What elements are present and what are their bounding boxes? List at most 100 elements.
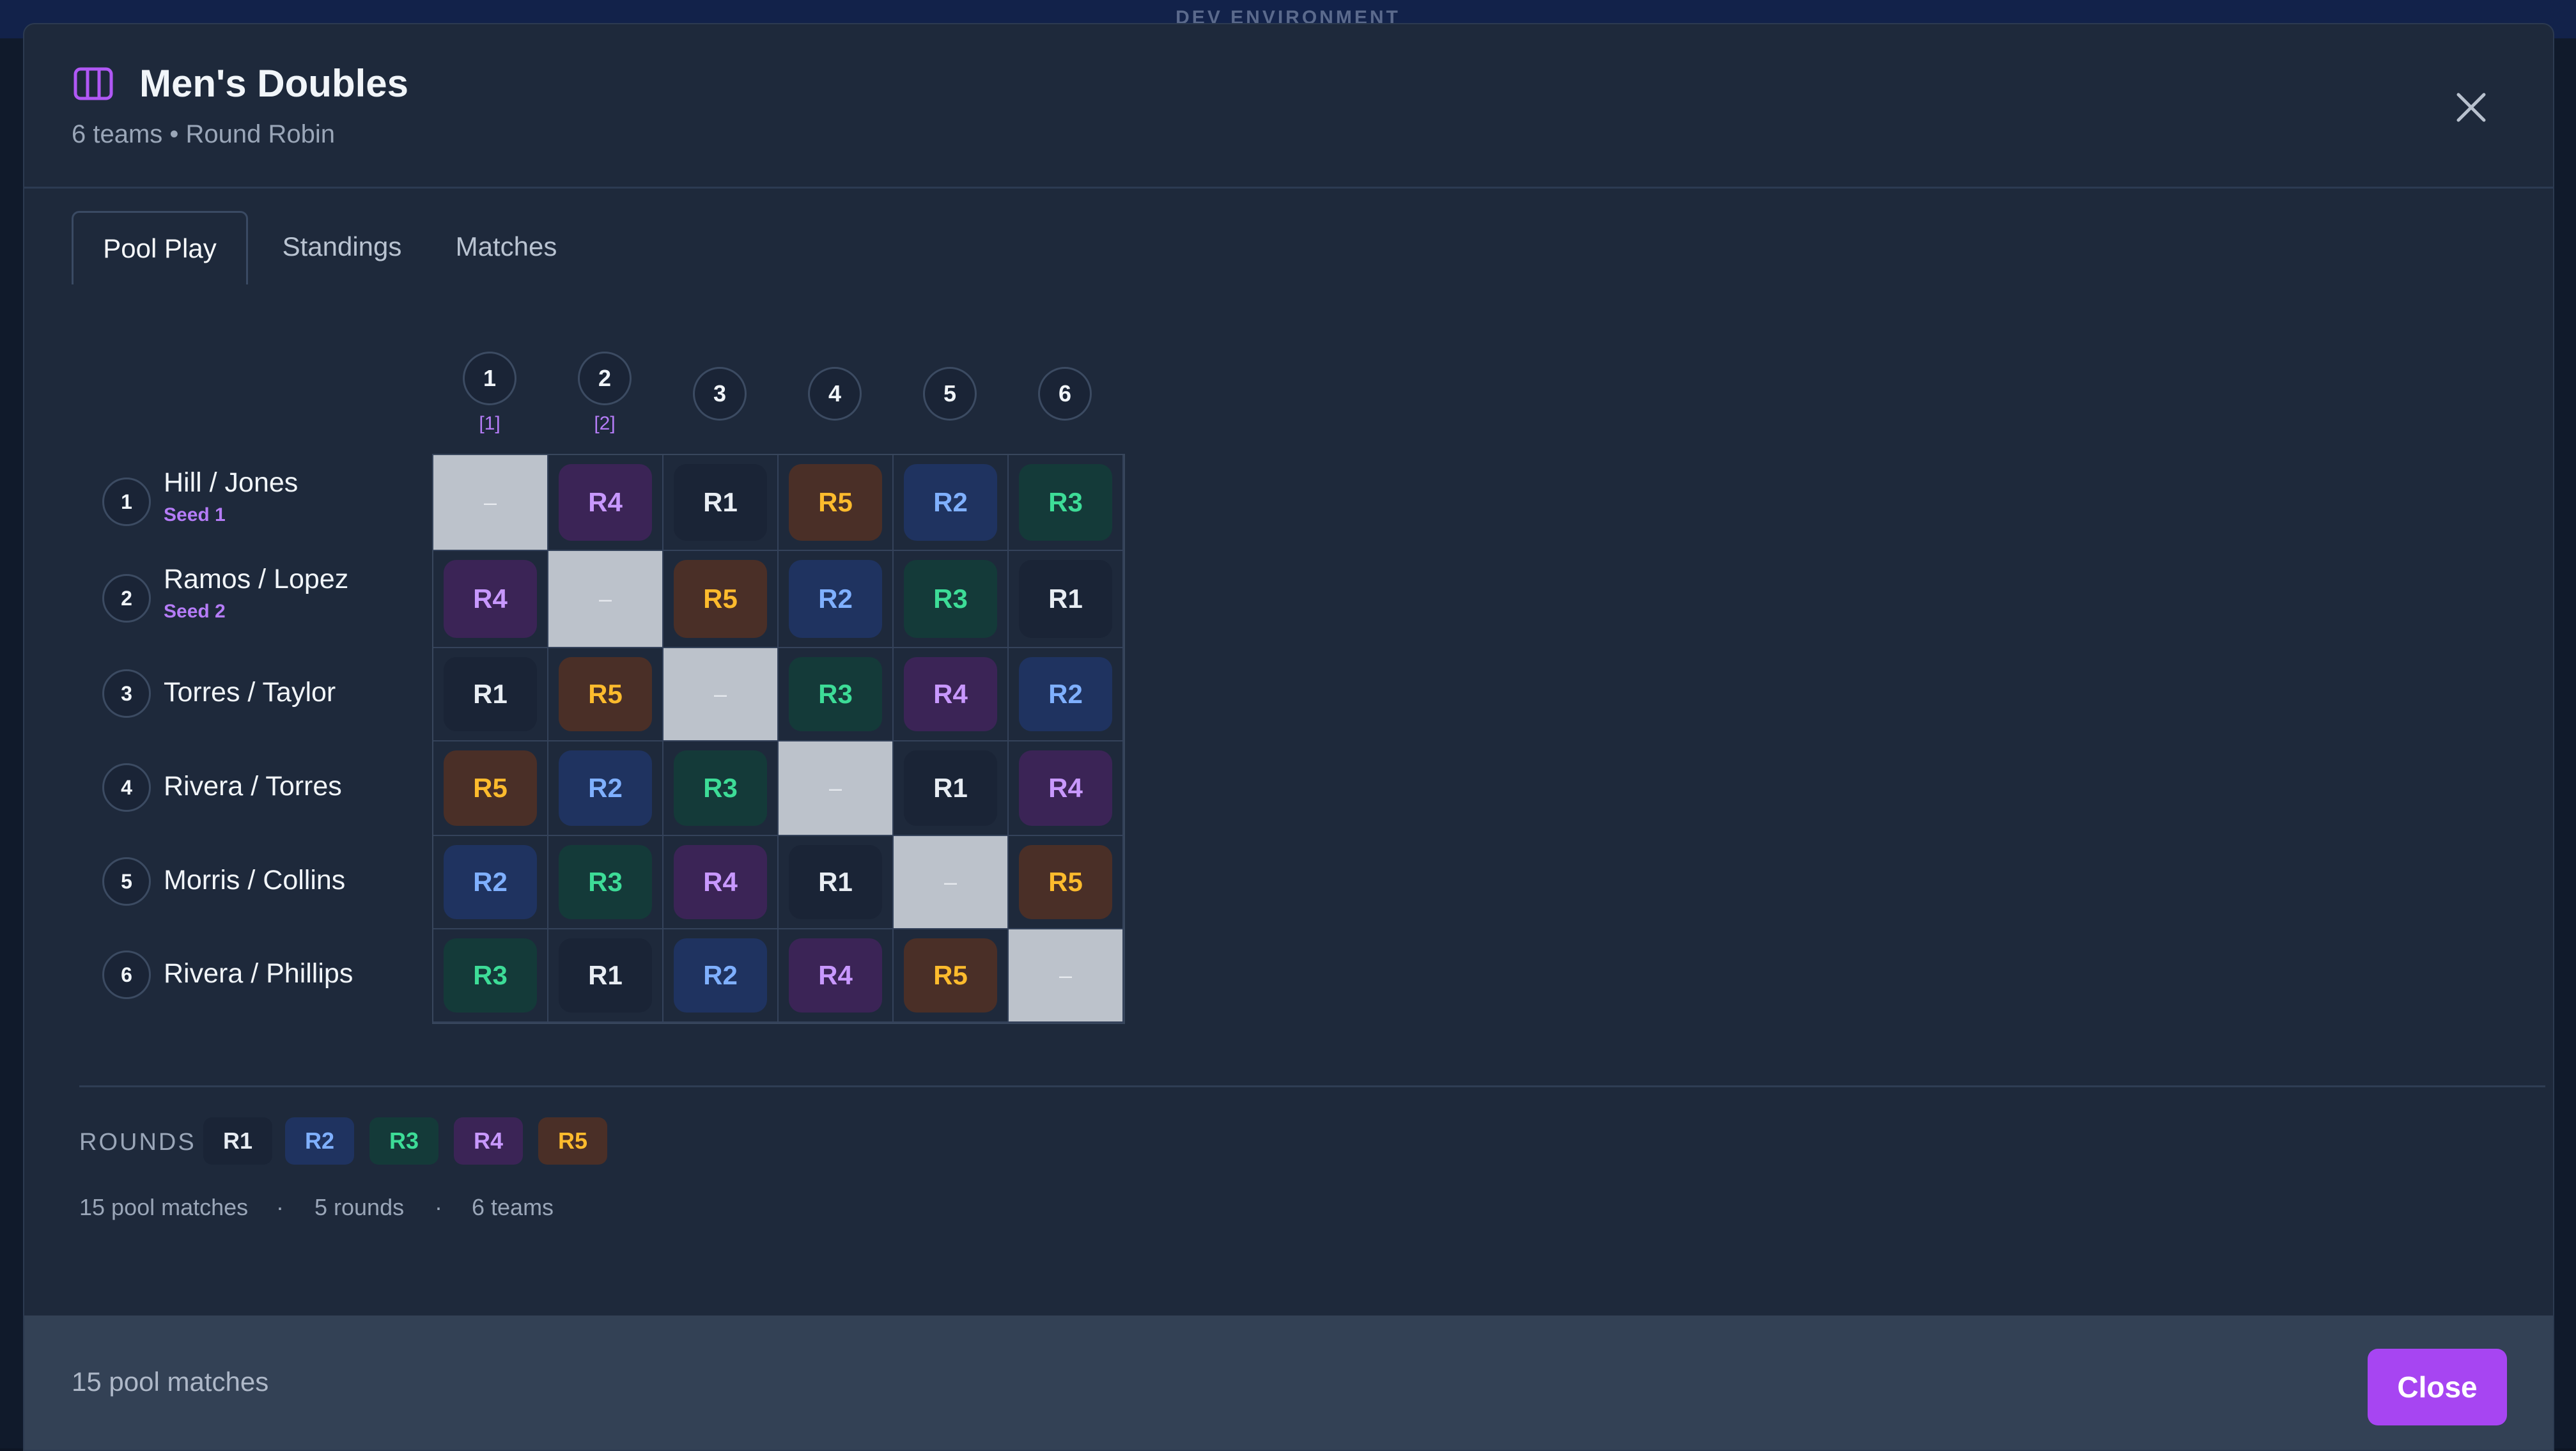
- matchup-cell[interactable]: R2: [894, 455, 1009, 551]
- legend-round-r3: R3: [369, 1117, 438, 1165]
- team-number: 3: [102, 669, 151, 718]
- matchup-cell[interactable]: R4: [548, 455, 663, 551]
- matchup-cell-self: –: [894, 836, 1009, 929]
- round-pill: R5: [1019, 845, 1112, 919]
- empty-dash: –: [598, 586, 612, 612]
- round-pill: R4: [904, 657, 997, 731]
- team-seed: Seed 2: [164, 601, 226, 622]
- close-icon[interactable]: [2451, 87, 2492, 128]
- matchup-cell[interactable]: R3: [1009, 455, 1124, 551]
- team-name: Morris / Collins: [164, 865, 346, 896]
- matchup-cell[interactable]: R5: [894, 929, 1009, 1023]
- empty-dash: –: [828, 775, 842, 801]
- round-pill: R3: [789, 657, 882, 731]
- matchup-cell[interactable]: R1: [1009, 551, 1124, 648]
- matchup-cell[interactable]: R5: [663, 551, 779, 648]
- matchup-cell[interactable]: R1: [548, 929, 663, 1023]
- matchup-cell[interactable]: R2: [548, 741, 663, 836]
- round-pill: R1: [444, 657, 537, 731]
- matchup-cell-self: –: [1009, 929, 1124, 1023]
- matchup-cell[interactable]: R1: [433, 648, 548, 741]
- round-pill: R2: [674, 938, 767, 1013]
- matchup-cell[interactable]: R5: [548, 648, 663, 741]
- round-pill: R2: [444, 845, 537, 919]
- matchup-cell[interactable]: R2: [1009, 648, 1124, 741]
- team-number: 4: [102, 763, 151, 812]
- legend-round-r4: R4: [454, 1117, 523, 1165]
- column-number: 6: [1038, 367, 1092, 421]
- team-number: 2: [102, 574, 151, 623]
- stat-teams: 6 teams: [472, 1194, 554, 1220]
- modal-footer: 15 pool matches Close: [24, 1315, 2553, 1450]
- matchup-cell[interactable]: R4: [779, 929, 894, 1023]
- round-pill: R2: [904, 464, 997, 541]
- round-pill: R1: [674, 464, 767, 541]
- matchup-cell[interactable]: R2: [433, 836, 548, 929]
- matchup-cell[interactable]: R3: [894, 551, 1009, 648]
- matchup-cell-self: –: [548, 551, 663, 648]
- matchup-cell[interactable]: R1: [894, 741, 1009, 836]
- matchup-cell[interactable]: R3: [663, 741, 779, 836]
- matchup-cell[interactable]: R1: [663, 455, 779, 551]
- matchup-cell-self: –: [663, 648, 779, 741]
- matchup-cell[interactable]: R5: [779, 455, 894, 551]
- round-pill: R3: [1019, 464, 1112, 541]
- matchup-cell[interactable]: R2: [663, 929, 779, 1023]
- round-pill: R1: [789, 845, 882, 919]
- tab-standings[interactable]: Standings: [275, 211, 409, 283]
- matchup-cell[interactable]: R4: [894, 648, 1009, 741]
- matchup-cell[interactable]: R5: [1009, 836, 1124, 929]
- matchup-cell[interactable]: R3: [779, 648, 894, 741]
- round-pill: R4: [559, 464, 652, 541]
- legend-round-r5: R5: [538, 1117, 607, 1165]
- round-pill: R2: [1019, 657, 1112, 731]
- matchup-cell[interactable]: R4: [663, 836, 779, 929]
- matchup-cell[interactable]: R1: [779, 836, 894, 929]
- team-name: Hill / Jones: [164, 467, 299, 498]
- matchup-cell[interactable]: R2: [779, 551, 894, 648]
- round-pill: R4: [674, 845, 767, 919]
- close-button[interactable]: Close: [2368, 1349, 2507, 1425]
- round-pill: R4: [789, 938, 882, 1013]
- column-number: 2: [578, 352, 632, 405]
- tab-matches[interactable]: Matches: [442, 211, 570, 283]
- round-pill: R5: [789, 464, 882, 541]
- column-number: 4: [808, 367, 862, 421]
- column-header: 4: [777, 367, 892, 421]
- matchup-table: – R4 R1 R5 R2 R3 R4 – R5 R2 R3 R1 R1 R5 – R3 R4 R2 R5 R2 R3 –…: [432, 454, 1125, 1024]
- empty-dash: –: [713, 681, 727, 707]
- column-header: 5: [892, 367, 1007, 421]
- column-header: 6: [1007, 367, 1122, 421]
- round-pill: R3: [444, 938, 537, 1013]
- round-pill: R4: [1019, 750, 1112, 826]
- matchup-cell[interactable]: R4: [1009, 741, 1124, 836]
- modal-subtitle: 6 teams • Round Robin: [72, 120, 336, 148]
- column-header: 3: [662, 367, 777, 421]
- team-seed: Seed 1: [164, 504, 226, 525]
- tab-pool-play[interactable]: Pool Play: [72, 211, 248, 284]
- matchup-cell[interactable]: R4: [433, 551, 548, 648]
- column-seed-tag: [1]: [479, 413, 500, 434]
- column-seed-tag: [2]: [594, 413, 616, 434]
- legend-round-r1: R1: [203, 1117, 272, 1165]
- divider: [79, 1085, 2545, 1087]
- round-pill: R2: [559, 750, 652, 826]
- round-pill: R3: [559, 845, 652, 919]
- team-number: 5: [102, 857, 151, 906]
- team-number: 1: [102, 477, 151, 526]
- round-pill: R2: [789, 560, 882, 638]
- modal-title: Men's Doubles: [139, 62, 408, 105]
- stat-separator: ·: [435, 1194, 442, 1220]
- column-header: 1 [1]: [432, 352, 547, 435]
- bracket-columns-icon: [74, 67, 113, 100]
- matchup-cell[interactable]: R3: [433, 929, 548, 1023]
- round-pill: R3: [674, 750, 767, 826]
- team-number: 6: [102, 951, 151, 999]
- backdrop: [0, 38, 23, 1448]
- modal-header: Men's Doubles 6 teams • Round Robin: [24, 24, 2553, 189]
- round-pill: R5: [904, 938, 997, 1013]
- team-name: Torres / Taylor: [164, 677, 336, 708]
- round-pill: R5: [559, 657, 652, 731]
- matchup-cell[interactable]: R5: [433, 741, 548, 836]
- matchup-cell[interactable]: R3: [548, 836, 663, 929]
